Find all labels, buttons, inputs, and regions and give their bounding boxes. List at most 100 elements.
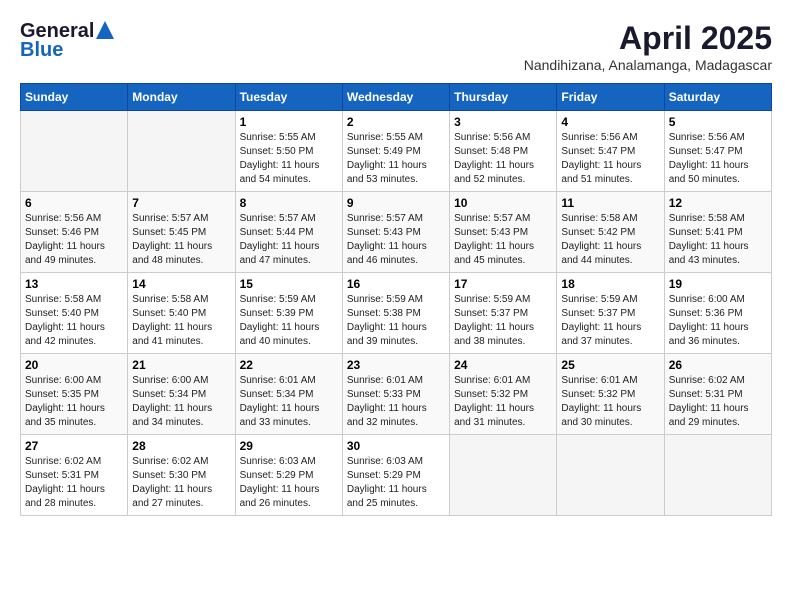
calendar-week-row: 1 Sunrise: 5:55 AM Sunset: 5:50 PM Daylig… xyxy=(21,111,772,192)
day-info: Sunrise: 5:57 AM Sunset: 5:43 PM Dayligh… xyxy=(454,212,552,268)
calendar-cell: 3Sunrise: 5:56 AM Sunset: 5:48 PM Daylig… xyxy=(450,111,557,192)
day-info: Sunrise: 5:56 AM Sunset: 5:46 PM Dayligh… xyxy=(25,212,123,268)
weekday-header-friday: Friday xyxy=(557,84,664,111)
location-title: Nandihizana, Analamanga, Madagascar xyxy=(524,57,772,73)
logo: General Blue xyxy=(20,20,114,62)
day-number: 21 xyxy=(132,358,230,372)
day-number: 17 xyxy=(454,277,552,291)
calendar-table: SundayMondayTuesdayWednesdayThursdayFrid… xyxy=(20,83,772,516)
day-info: Sunrise: 6:02 AM Sunset: 5:31 PM Dayligh… xyxy=(25,455,123,511)
calendar-week-row: 20 Sunrise: 6:00 AM Sunset: 5:35 PM Dayli… xyxy=(21,354,772,435)
day-number: 3 xyxy=(454,115,552,129)
day-info: Sunrise: 6:03 AM Sunset: 5:29 PM Dayligh… xyxy=(240,455,338,511)
day-number: 27 xyxy=(25,439,123,453)
logo-blue-text: Blue xyxy=(20,39,63,62)
day-info: Sunrise: 6:00 AM Sunset: 5:34 PM Dayligh… xyxy=(132,374,230,430)
calendar-cell: 26 Sunrise: 6:02 AM Sunset: 5:31 PM Dayli… xyxy=(664,354,771,435)
calendar-cell: 2 Sunrise: 5:55 AM Sunset: 5:49 PM Daylig… xyxy=(342,111,449,192)
day-number: 20 xyxy=(25,358,123,372)
day-info: Sunrise: 5:59 AM Sunset: 5:37 PM Dayligh… xyxy=(454,293,552,349)
day-number: 29 xyxy=(240,439,338,453)
calendar-cell xyxy=(664,435,771,516)
day-info: Sunrise: 6:00 AM Sunset: 5:35 PM Dayligh… xyxy=(25,374,123,430)
day-number: 15 xyxy=(240,277,338,291)
day-info: Sunrise: 5:56 AM Sunset: 5:47 PM Dayligh… xyxy=(669,131,767,187)
day-number: 30 xyxy=(347,439,445,453)
calendar-cell: 13 Sunrise: 5:58 AM Sunset: 5:40 PM Dayli… xyxy=(21,273,128,354)
day-number: 5 xyxy=(669,115,767,129)
day-info: Sunrise: 6:02 AM Sunset: 5:30 PM Dayligh… xyxy=(132,455,230,511)
day-info: Sunrise: 5:57 AM Sunset: 5:45 PM Dayligh… xyxy=(132,212,230,268)
calendar-cell: 18Sunrise: 5:59 AM Sunset: 5:37 PM Dayli… xyxy=(557,273,664,354)
day-number: 10 xyxy=(454,196,552,210)
calendar-cell: 7 Sunrise: 5:57 AM Sunset: 5:45 PM Daylig… xyxy=(128,192,235,273)
calendar-cell: 6 Sunrise: 5:56 AM Sunset: 5:46 PM Daylig… xyxy=(21,192,128,273)
calendar-cell xyxy=(450,435,557,516)
day-number: 22 xyxy=(240,358,338,372)
calendar-week-row: 27 Sunrise: 6:02 AM Sunset: 5:31 PM Dayli… xyxy=(21,435,772,516)
day-number: 19 xyxy=(669,277,767,291)
calendar-week-row: 6 Sunrise: 5:56 AM Sunset: 5:46 PM Daylig… xyxy=(21,192,772,273)
calendar-cell: 27 Sunrise: 6:02 AM Sunset: 5:31 PM Dayli… xyxy=(21,435,128,516)
day-info: Sunrise: 6:01 AM Sunset: 5:34 PM Dayligh… xyxy=(240,374,338,430)
weekday-header-saturday: Saturday xyxy=(664,84,771,111)
calendar-cell: 10 Sunrise: 5:57 AM Sunset: 5:43 PM Dayli… xyxy=(450,192,557,273)
calendar-cell: 25 Sunrise: 6:01 AM Sunset: 5:32 PM Dayli… xyxy=(557,354,664,435)
day-number: 9 xyxy=(347,196,445,210)
day-number: 24 xyxy=(454,358,552,372)
calendar-cell: 19 Sunrise: 6:00 AM Sunset: 5:36 PM Dayli… xyxy=(664,273,771,354)
day-number: 25 xyxy=(561,358,659,372)
calendar-cell: 22 Sunrise: 6:01 AM Sunset: 5:34 PM Dayli… xyxy=(235,354,342,435)
month-title: April 2025 xyxy=(524,20,772,57)
day-number: 11 xyxy=(561,196,659,210)
day-info: Sunrise: 6:03 AM Sunset: 5:29 PM Dayligh… xyxy=(347,455,445,511)
day-number: 2 xyxy=(347,115,445,129)
calendar-cell: 5 Sunrise: 5:56 AM Sunset: 5:47 PM Daylig… xyxy=(664,111,771,192)
calendar-cell: 4 Sunrise: 5:56 AM Sunset: 5:47 PM Daylig… xyxy=(557,111,664,192)
calendar-cell: 16Sunrise: 5:59 AM Sunset: 5:38 PM Dayli… xyxy=(342,273,449,354)
calendar-cell: 11 Sunrise: 5:58 AM Sunset: 5:42 PM Dayli… xyxy=(557,192,664,273)
weekday-header-sunday: Sunday xyxy=(21,84,128,111)
weekday-header-tuesday: Tuesday xyxy=(235,84,342,111)
day-info: Sunrise: 6:01 AM Sunset: 5:33 PM Dayligh… xyxy=(347,374,445,430)
day-info: Sunrise: 5:55 AM Sunset: 5:50 PM Dayligh… xyxy=(240,131,338,187)
calendar-cell: 17 Sunrise: 5:59 AM Sunset: 5:37 PM Dayli… xyxy=(450,273,557,354)
page-header: General Blue April 2025 Nandihizana, Ana… xyxy=(20,20,772,73)
weekday-header-thursday: Thursday xyxy=(450,84,557,111)
day-number: 26 xyxy=(669,358,767,372)
day-info: Sunrise: 5:55 AM Sunset: 5:49 PM Dayligh… xyxy=(347,131,445,187)
calendar-cell: 30 Sunrise: 6:03 AM Sunset: 5:29 PM Dayli… xyxy=(342,435,449,516)
calendar-cell: 29 Sunrise: 6:03 AM Sunset: 5:29 PM Dayli… xyxy=(235,435,342,516)
calendar-cell: 14Sunrise: 5:58 AM Sunset: 5:40 PM Dayli… xyxy=(128,273,235,354)
day-number: 4 xyxy=(561,115,659,129)
day-info: Sunrise: 5:58 AM Sunset: 5:40 PM Dayligh… xyxy=(25,293,123,349)
calendar-cell: 8Sunrise: 5:57 AM Sunset: 5:44 PM Daylig… xyxy=(235,192,342,273)
calendar-cell: 28Sunrise: 6:02 AM Sunset: 5:30 PM Dayli… xyxy=(128,435,235,516)
calendar-week-row: 13 Sunrise: 5:58 AM Sunset: 5:40 PM Dayli… xyxy=(21,273,772,354)
calendar-cell: 12 Sunrise: 5:58 AM Sunset: 5:41 PM Dayli… xyxy=(664,192,771,273)
day-number: 6 xyxy=(25,196,123,210)
day-info: Sunrise: 6:00 AM Sunset: 5:36 PM Dayligh… xyxy=(669,293,767,349)
calendar-cell: 23 Sunrise: 6:01 AM Sunset: 5:33 PM Dayli… xyxy=(342,354,449,435)
calendar-cell xyxy=(557,435,664,516)
day-info: Sunrise: 6:01 AM Sunset: 5:32 PM Dayligh… xyxy=(454,374,552,430)
day-number: 12 xyxy=(669,196,767,210)
calendar-cell: 15 Sunrise: 5:59 AM Sunset: 5:39 PM Dayli… xyxy=(235,273,342,354)
day-info: Sunrise: 5:58 AM Sunset: 5:41 PM Dayligh… xyxy=(669,212,767,268)
calendar-cell: 21 Sunrise: 6:00 AM Sunset: 5:34 PM Dayli… xyxy=(128,354,235,435)
calendar-cell xyxy=(21,111,128,192)
day-info: Sunrise: 6:01 AM Sunset: 5:32 PM Dayligh… xyxy=(561,374,659,430)
calendar-cell: 1 Sunrise: 5:55 AM Sunset: 5:50 PM Daylig… xyxy=(235,111,342,192)
day-info: Sunrise: 6:02 AM Sunset: 5:31 PM Dayligh… xyxy=(669,374,767,430)
day-info: Sunrise: 5:59 AM Sunset: 5:37 PM Dayligh… xyxy=(561,293,659,349)
day-info: Sunrise: 5:59 AM Sunset: 5:39 PM Dayligh… xyxy=(240,293,338,349)
day-number: 7 xyxy=(132,196,230,210)
day-info: Sunrise: 5:57 AM Sunset: 5:44 PM Dayligh… xyxy=(240,212,338,268)
logo-triangle-icon xyxy=(96,21,114,39)
day-info: Sunrise: 5:56 AM Sunset: 5:47 PM Dayligh… xyxy=(561,131,659,187)
day-number: 1 xyxy=(240,115,338,129)
day-number: 13 xyxy=(25,277,123,291)
day-info: Sunrise: 5:58 AM Sunset: 5:42 PM Dayligh… xyxy=(561,212,659,268)
calendar-cell: 9Sunrise: 5:57 AM Sunset: 5:43 PM Daylig… xyxy=(342,192,449,273)
day-number: 23 xyxy=(347,358,445,372)
